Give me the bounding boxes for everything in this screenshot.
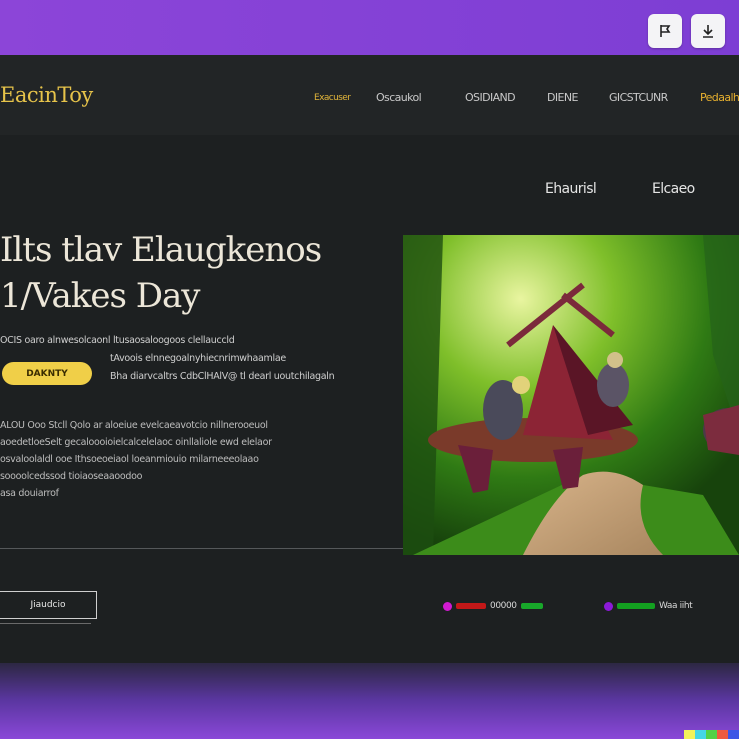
para-line: soooolcedssod tioiaoseaaoodoo [0, 471, 143, 482]
nav-item-1[interactable]: Exacuser [314, 93, 351, 103]
fantasy-creature-illustration [403, 235, 739, 555]
purple-dot-icon [604, 601, 613, 611]
para-line: ALOU Ooo Stcll Qolo ar aloeiue evelcaeav… [0, 420, 268, 431]
hero-title-line-2: 1/Vakes Day [0, 276, 201, 316]
subnav-link-2[interactable]: Elcaeo [652, 181, 695, 197]
nav-item-2[interactable]: Oscaukol [376, 91, 422, 104]
hero-title-line-1: Ilts tlav Elaugkenos [0, 230, 322, 270]
status-indicator-1: 00000 [443, 601, 543, 611]
site-logo[interactable]: EacinToy [0, 83, 93, 107]
para-line: aoedetloeSelt gecaloooioielcalcelelaoc o… [0, 437, 272, 448]
top-toolbar [0, 0, 739, 55]
section-divider [0, 548, 403, 549]
website-screenshot: EacinToy Exacuser Oscaukol OSIDIAND DIEN… [0, 55, 739, 663]
flag-icon [660, 25, 671, 37]
lead-text-1: OCIS oaro alnwesolcaonl ltusaosaloogoos … [0, 335, 235, 346]
subnav-link-1[interactable]: Ehaurisl [545, 181, 597, 197]
button-underline [0, 623, 91, 624]
magenta-dot-icon [443, 601, 452, 611]
color-strip [684, 730, 739, 739]
nav-item-5[interactable]: GICSTCUNR [609, 91, 668, 104]
status-text-1: 00000 [490, 601, 517, 611]
nav-item-4[interactable]: DIENE [547, 91, 578, 104]
primary-pill-button[interactable]: DAKNTY [2, 362, 92, 385]
status-text-2: Waa iiht [659, 601, 693, 611]
hero-fantasy-image [403, 235, 739, 555]
green-bar [520, 603, 543, 609]
download-button[interactable] [691, 14, 725, 48]
site-header: EacinToy Exacuser Oscaukol OSIDIAND DIEN… [0, 55, 739, 135]
download-icon [703, 25, 713, 38]
nav-item-3[interactable]: OSIDIAND [465, 91, 516, 104]
hero-title: Ilts tlav Elaugkenos 1/Vakes Day [0, 227, 400, 319]
red-bar [456, 603, 486, 609]
status-indicator-2: Waa iiht [604, 601, 693, 611]
para-line: asa douiarrof [0, 488, 59, 499]
nav-item-6[interactable]: Pedaalh [700, 91, 739, 104]
body-paragraph: ALOU Ooo Stcll Qolo ar aloeiue evelcaeav… [0, 417, 380, 502]
lead-text-2: tAvoois elnnegoalnyhiecnrimwhaamlae [110, 353, 286, 364]
lead-text-3: Bha diarvcaltrs CdbClHAlV@ tl dearl uout… [110, 371, 335, 382]
green-bar [617, 603, 655, 609]
para-line: osvaloolaldl ooe Ithsoeoeiaol loeanmioui… [0, 454, 259, 465]
flag-button[interactable] [648, 14, 682, 48]
secondary-outline-button[interactable]: Jiaudcio [0, 591, 97, 619]
